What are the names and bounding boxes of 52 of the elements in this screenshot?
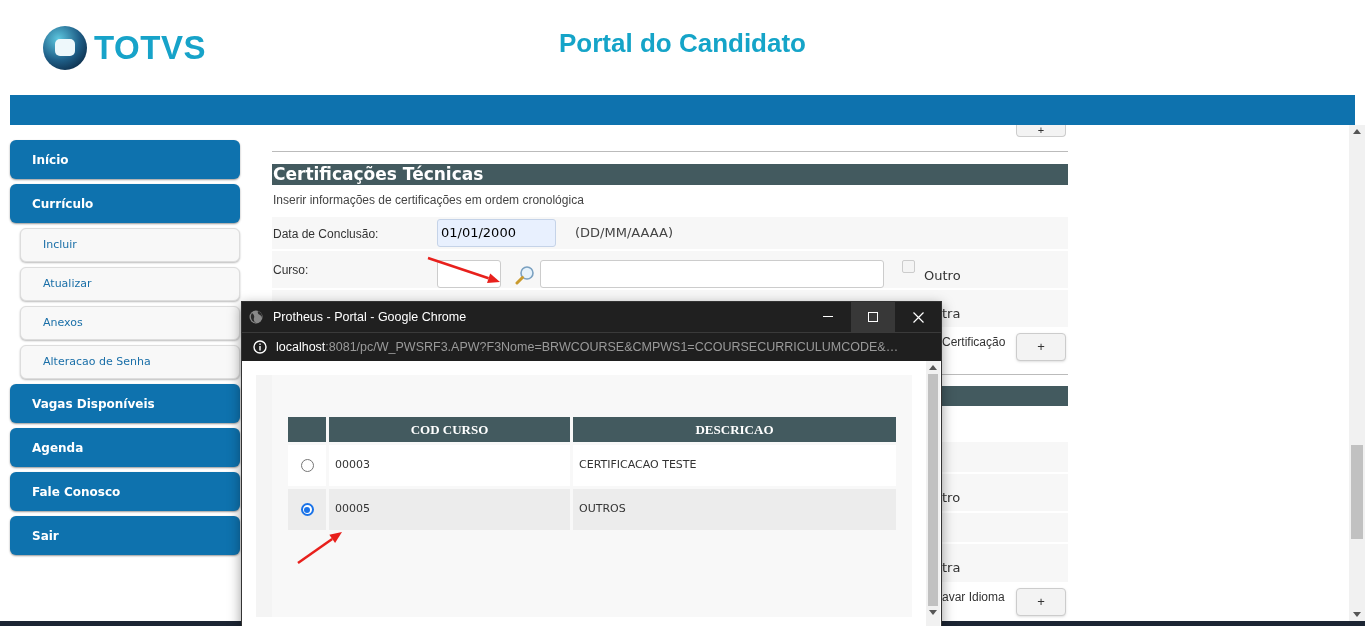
menu-item[interactable]: Agenda: [10, 428, 240, 467]
scrollbar[interactable]: [926, 361, 940, 626]
field-label: Data de Conclusão:: [272, 226, 380, 244]
table-cell: 00003: [329, 445, 570, 486]
menu-item[interactable]: Início: [10, 140, 240, 179]
search-icon[interactable]: [515, 264, 535, 285]
menu-item[interactable]: Fale Conosco: [10, 472, 240, 511]
maximize-icon: [868, 312, 878, 322]
brand-name: TOTVS: [94, 27, 206, 68]
column-header: DESCRICAO: [573, 417, 896, 442]
submenu-item[interactable]: Alteracao de Senha: [20, 345, 240, 379]
menu-item[interactable]: Sair: [10, 516, 240, 555]
submenu-item[interactable]: Incluir: [20, 228, 240, 262]
table-cell: CERTIFICACAO TESTE: [573, 445, 896, 486]
scrollbar[interactable]: [1349, 125, 1365, 621]
section-heading: Certificações Técnicas: [272, 164, 1068, 185]
option-label: tra: [942, 304, 961, 323]
info-icon: [253, 340, 267, 354]
add-button[interactable]: +: [1016, 587, 1066, 616]
field-label: avar Idioma: [942, 588, 1006, 606]
logo-icon: [42, 24, 88, 71]
checkbox-label: Outro: [924, 266, 961, 285]
add-button[interactable]: +: [1016, 125, 1066, 137]
radio-button[interactable]: [300, 503, 314, 516]
checkbox[interactable]: [902, 259, 915, 273]
field-label: Curso:: [272, 261, 310, 279]
option-label: tro: [942, 488, 961, 507]
course-code-field[interactable]: [437, 259, 501, 288]
table-cell: OUTROS: [573, 489, 896, 530]
section-description: Inserir informações de certificações em ordem cronológica: [273, 191, 584, 209]
table-cell: 00005: [329, 489, 570, 530]
menu-item[interactable]: Vagas Disponíveis: [10, 384, 240, 423]
date-format-hint: (DD/MM/AAAA): [575, 224, 673, 243]
address-bar[interactable]: localhost:8081/pc/W_PWSRF3.APW?F3Nome=BRWCOURSE&CMPWS1=CCOURSECURRICULUMCODE&…: [242, 332, 941, 361]
add-button[interactable]: +: [1016, 333, 1066, 362]
submenu-item[interactable]: Atualizar: [20, 267, 240, 301]
menu-item[interactable]: Currículo: [10, 184, 240, 223]
column-header: COD CURSO: [329, 417, 570, 442]
globe-icon: [249, 310, 263, 324]
window-title: Protheus - Portal - Google Chrome: [273, 308, 467, 326]
maximize-button[interactable]: [851, 302, 895, 332]
url-text: localhost:8081/pc/W_PWSRF3.APW?F3Nome=BRWCOURSE&CMPWS1=CCOURSECURRICULUMCODE&…: [276, 338, 899, 356]
radio-button[interactable]: [300, 459, 314, 472]
page-title: Portal do Candidato: [559, 27, 806, 60]
annotation-arrow: [297, 532, 342, 565]
close-icon: [912, 311, 924, 323]
course-name-field[interactable]: [540, 259, 884, 288]
field-label: Certificação: [942, 334, 1007, 352]
minimize-icon: [823, 316, 833, 318]
date-field[interactable]: 01/01/2000: [437, 219, 556, 248]
option-label: tra: [942, 559, 961, 578]
submenu-item[interactable]: Anexos: [20, 306, 240, 340]
